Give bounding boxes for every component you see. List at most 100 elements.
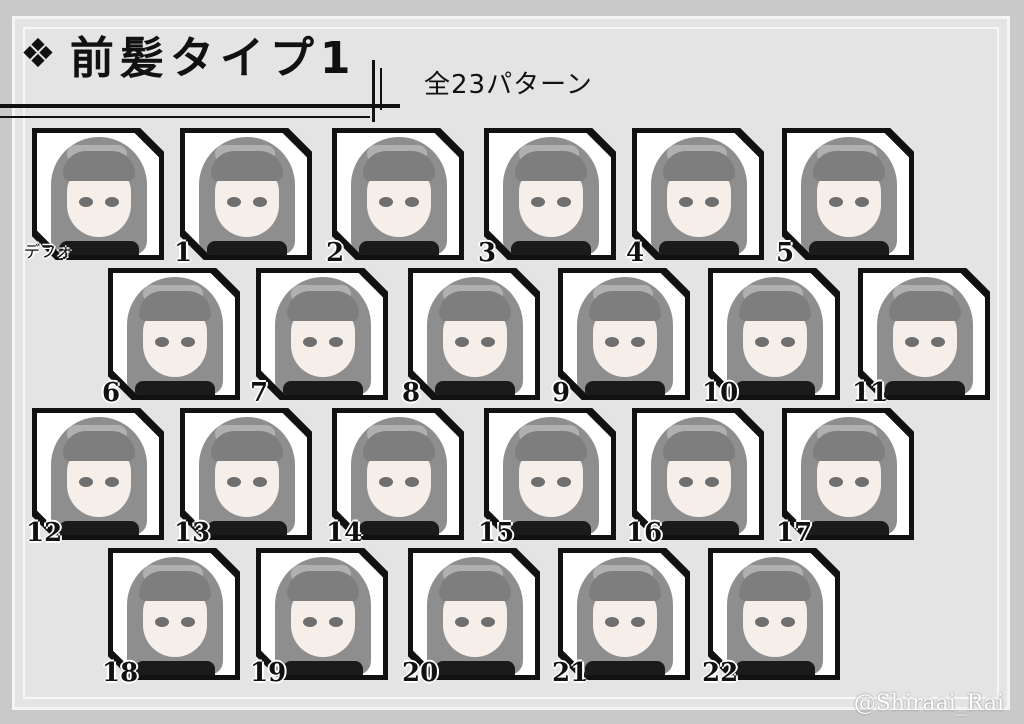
- eye-left: [531, 477, 545, 487]
- portrait: [863, 273, 985, 395]
- collar: [283, 661, 363, 675]
- pattern-number: 5: [776, 238, 795, 268]
- portrait: [185, 413, 307, 535]
- bangs-card: 12: [26, 408, 164, 548]
- collar: [283, 381, 363, 395]
- eye-left: [303, 617, 317, 627]
- eye-right: [253, 197, 267, 207]
- eye-right: [253, 477, 267, 487]
- eye-right: [105, 197, 119, 207]
- bangs-card: 7: [250, 268, 388, 408]
- bangs: [515, 151, 587, 181]
- pattern-number: 4: [626, 238, 645, 268]
- eye-left: [79, 477, 93, 487]
- bangs: [589, 571, 661, 601]
- collar: [135, 381, 215, 395]
- bangs: [663, 151, 735, 181]
- eye-right: [405, 197, 419, 207]
- eye-right: [781, 337, 795, 347]
- portrait: [337, 133, 459, 255]
- collar: [207, 241, 287, 255]
- eye-right: [855, 477, 869, 487]
- title-tick: [372, 60, 375, 122]
- collar: [135, 661, 215, 675]
- bangs-card: デフォ: [24, 128, 164, 261]
- eye-right: [481, 617, 495, 627]
- eye-left: [379, 477, 393, 487]
- bangs-card: 18: [102, 548, 240, 688]
- collar: [659, 521, 739, 535]
- bangs-card: 22: [702, 548, 840, 688]
- collar: [511, 521, 591, 535]
- collar: [359, 241, 439, 255]
- bangs-card: 8: [402, 268, 540, 408]
- bangs-card: 6: [102, 268, 240, 408]
- portrait: [37, 413, 159, 535]
- portrait: [787, 133, 909, 255]
- bangs: [63, 431, 135, 461]
- eye-right: [705, 477, 719, 487]
- eye-right: [705, 197, 719, 207]
- eye-left: [679, 197, 693, 207]
- pattern-number: 13: [174, 518, 211, 548]
- pattern-number: 22: [702, 658, 739, 688]
- portrait: [637, 133, 759, 255]
- bangs-card: 1: [174, 128, 312, 268]
- pattern-number: デフォ: [24, 242, 73, 261]
- eye-left: [303, 337, 317, 347]
- eye-left: [155, 617, 169, 627]
- bangs-card: 16: [626, 408, 764, 548]
- pattern-number: 11: [852, 378, 889, 408]
- pattern-number: 18: [102, 658, 139, 688]
- collar: [435, 661, 515, 675]
- collar: [359, 521, 439, 535]
- bangs: [739, 571, 811, 601]
- eye-right: [781, 617, 795, 627]
- title-block: ❖ 前髪タイプ1: [20, 22, 356, 86]
- eye-left: [679, 477, 693, 487]
- bangs-card: 9: [552, 268, 690, 408]
- pattern-number: 15: [478, 518, 515, 548]
- pattern-number: 9: [552, 378, 571, 408]
- bangs-card: 15: [478, 408, 616, 548]
- bangs-card: 4: [626, 128, 764, 268]
- pattern-number: 2: [326, 238, 345, 268]
- title-underline: [0, 104, 400, 108]
- bangs: [515, 431, 587, 461]
- bangs-card: 19: [250, 548, 388, 688]
- eye-left: [531, 197, 545, 207]
- pattern-number: 8: [402, 378, 421, 408]
- eye-right: [329, 617, 343, 627]
- pattern-number: 10: [702, 378, 739, 408]
- bangs: [211, 151, 283, 181]
- page-title: 前髪タイプ1: [69, 33, 357, 84]
- bangs-card: 21: [552, 548, 690, 688]
- pattern-number: 17: [776, 518, 813, 548]
- pattern-number: 3: [478, 238, 497, 268]
- pattern-count: 全23パターン: [424, 70, 593, 100]
- eye-left: [605, 617, 619, 627]
- portrait: [261, 273, 383, 395]
- portrait: [713, 273, 835, 395]
- portrait: [563, 553, 685, 675]
- portrait: [563, 273, 685, 395]
- eye-right: [631, 337, 645, 347]
- eye-right: [405, 477, 419, 487]
- pattern-number: 20: [402, 658, 439, 688]
- eye-right: [931, 337, 945, 347]
- bangs: [363, 151, 435, 181]
- eye-right: [181, 617, 195, 627]
- portrait: [37, 133, 159, 255]
- eye-right: [181, 337, 195, 347]
- bangs-card: 2: [326, 128, 464, 268]
- bangs-card: 10: [702, 268, 840, 408]
- bangs: [589, 291, 661, 321]
- collar: [511, 241, 591, 255]
- bangs: [739, 291, 811, 321]
- portrait: [489, 133, 611, 255]
- eye-left: [829, 197, 843, 207]
- pattern-number: 1: [174, 238, 193, 268]
- collar: [435, 381, 515, 395]
- bangs-card: 3: [478, 128, 616, 268]
- collar: [659, 241, 739, 255]
